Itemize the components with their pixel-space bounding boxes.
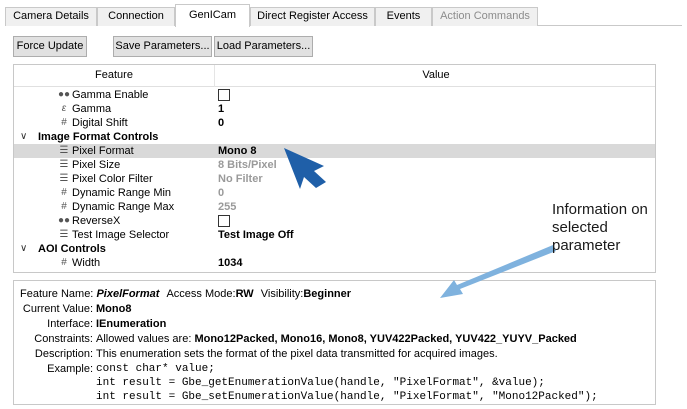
boolean-icon: ●● [58,215,71,226]
category-label: AOI Controls [38,243,106,255]
row-value[interactable]: 0 [218,116,224,130]
grid-row-width[interactable]: # Width 1034 [14,256,655,270]
constraints-prefix: Allowed values are: [96,333,192,345]
row-label: Pixel Size [72,159,121,171]
access-mode-value: RW [235,288,254,300]
constraints-values: Mono12Packed, Mono16, Mono8, YUV422Packe… [194,333,577,345]
row-label: Gamma [72,103,112,115]
constraints-line: Allowed values are: Mono12Packed, Mono16… [96,332,577,347]
feature-name-label: Feature Name: [20,288,94,300]
row-value: 8 Bits/Pixel [218,159,277,171]
category-label: Image Format Controls [38,131,159,143]
integer-icon: # [61,201,67,212]
row-value[interactable]: 1034 [218,256,242,270]
row-label: ReverseX [72,215,121,227]
category-image-format-controls[interactable]: ∨ Image Format Controls [14,130,655,144]
annotation-line: parameter [552,237,621,254]
grid-header: Feature Value [14,65,655,87]
tab-action-commands[interactable]: Action Commands [432,7,538,26]
row-value[interactable]: Mono 8 [218,144,257,158]
row-label: Dynamic Range Min [72,187,172,199]
annotation-line: Information on [552,201,648,218]
constraints-label: Constraints: [34,333,93,345]
load-parameters-button[interactable]: Load Parameters... [214,36,313,57]
gamma-enable-checkbox[interactable] [218,89,230,101]
enumeration-icon: ☰ [59,229,69,240]
tab-camera-details[interactable]: Camera Details [5,7,97,26]
description-label: Description: [34,348,93,360]
row-value[interactable]: Test Image Off [218,228,294,242]
grid-row-dynamic-range-min[interactable]: # Dynamic Range Min 0 [14,186,655,200]
grid-row-gamma-enable[interactable]: ●● Gamma Enable [14,88,655,102]
row-label: Pixel Format [72,145,134,157]
enumeration-icon: ☰ [59,145,69,156]
grid-row-pixel-size[interactable]: ☰ Pixel Size 8 Bits/Pixel [14,158,655,172]
tab-genicam[interactable]: GenICam [175,4,250,27]
example-line: int result = Gbe_setEnumerationValue(han… [96,391,598,403]
description-value: This enumeration sets the format of the … [96,348,498,360]
grid-row-digital-shift[interactable]: # Digital Shift 0 [14,116,655,130]
row-value: 255 [218,201,237,213]
example-label: Example: [47,363,93,375]
integer-icon: # [61,187,67,198]
example-line: const char* value; [96,363,215,375]
row-label: Dynamic Range Max [72,201,175,213]
interface-label: Interface: [47,318,93,330]
tab-events[interactable]: Events [375,7,432,26]
feature-column-header[interactable]: Feature [14,69,214,81]
boolean-icon: ●● [58,89,71,100]
chevron-down-icon[interactable]: ∨ [20,130,27,144]
float-icon: ε [61,103,67,114]
feature-name-value: PixelFormat [96,288,160,300]
feature-name-line: Feature Name: PixelFormat Access Mode:RW… [20,287,351,302]
tab-connection[interactable]: Connection [97,7,175,26]
enumeration-icon: ☰ [59,173,69,184]
interface-value: IEnumeration [96,318,167,330]
integer-icon: # [61,117,67,128]
row-label: Pixel Color Filter [72,173,153,185]
annotation-line: selected [552,219,608,236]
tab-bar: Camera Details Connection GenICam Direct… [5,4,682,27]
annotation-text: Information on selected parameter [552,201,682,255]
row-value: 0 [218,187,225,199]
row-label: Test Image Selector [72,229,170,241]
row-value[interactable]: 1 [218,102,224,116]
reversex-checkbox[interactable] [218,215,230,227]
grid-row-pixel-format[interactable]: ☰ Pixel Format Mono 8 [14,144,655,158]
parameter-info-panel: Feature Name: PixelFormat Access Mode:RW… [13,280,656,405]
row-value: No Filter [218,173,263,185]
visibility-label: Visibility: [260,288,304,300]
access-mode-label: Access Mode: [166,288,236,300]
chevron-down-icon[interactable]: ∨ [20,242,27,256]
row-label: Gamma Enable [72,89,149,101]
enumeration-icon: ☰ [59,159,69,170]
grid-row-pixel-color-filter[interactable]: ☰ Pixel Color Filter No Filter [14,172,655,186]
current-value: Mono8 [96,303,132,315]
grid-row-gamma[interactable]: ε Gamma 1 [14,102,655,116]
row-label: Width [72,257,101,269]
value-column-header[interactable]: Value [215,69,655,81]
example-line: int result = Gbe_getEnumerationValue(han… [96,377,545,389]
current-value-label: Current Value: [22,303,93,315]
tab-direct-register-access[interactable]: Direct Register Access [250,7,375,26]
row-label: Digital Shift [72,117,128,129]
force-update-button[interactable]: Force Update [13,36,87,57]
visibility-value: Beginner [303,288,352,300]
save-parameters-button[interactable]: Save Parameters... [113,36,212,57]
integer-icon: # [61,257,67,268]
